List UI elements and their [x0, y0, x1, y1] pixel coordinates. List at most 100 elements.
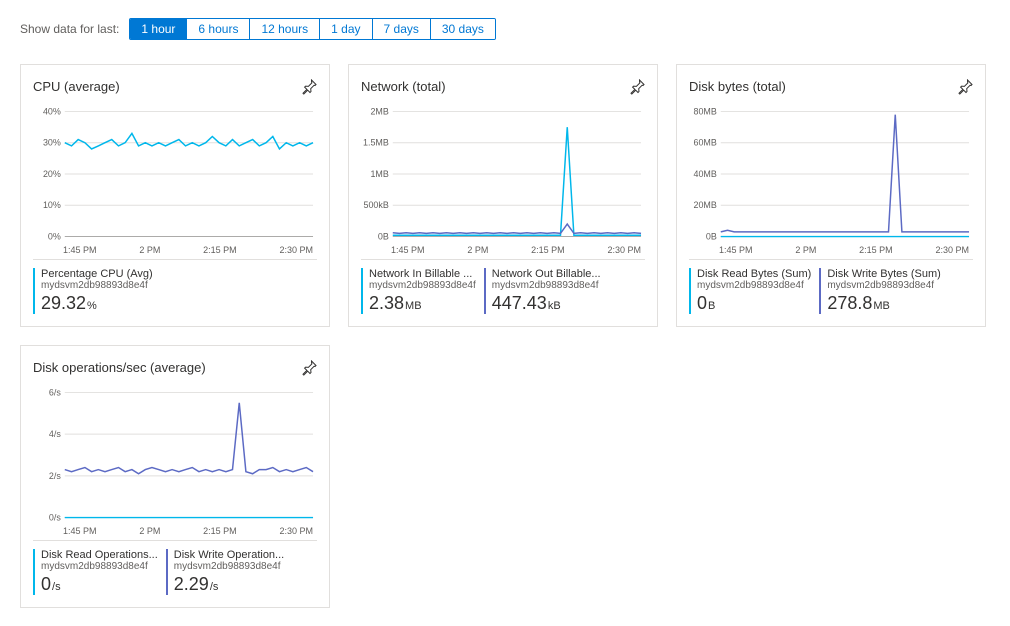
svg-text:10%: 10% [43, 200, 61, 210]
svg-text:20MB: 20MB [693, 200, 716, 210]
metric-value: 2.29/s [174, 574, 284, 595]
metric-resource: mydsvm2db98893d8e4f [174, 561, 284, 572]
svg-text:40%: 40% [43, 106, 61, 116]
svg-text:2MB: 2MB [370, 106, 388, 116]
svg-text:0B: 0B [378, 232, 389, 242]
metric-resource: mydsvm2db98893d8e4f [697, 280, 811, 291]
svg-text:2/s: 2/s [49, 471, 61, 481]
time-range-button[interactable]: 12 hours [250, 19, 320, 39]
x-tick-label: 2:15 PM [531, 245, 565, 255]
time-range-toolbar: Show data for last: 1 hour6 hours12 hour… [10, 18, 1000, 40]
metric-value: 2.38MB [369, 293, 476, 314]
metric: Network Out Billable...mydsvm2db98893d8e… [484, 268, 601, 314]
metric-resource: mydsvm2db98893d8e4f [369, 280, 476, 291]
metric-resource: mydsvm2db98893d8e4f [41, 280, 153, 291]
svg-text:0B: 0B [706, 232, 717, 242]
x-tick-label: 2:15 PM [859, 245, 893, 255]
x-tick-label: 2:30 PM [279, 526, 313, 536]
metric-value: 29.32% [41, 293, 153, 314]
chart-title: Network (total) [361, 79, 446, 94]
metric-resource: mydsvm2db98893d8e4f [492, 280, 601, 291]
x-tick-label: 2:15 PM [203, 245, 237, 255]
metric-name: Network In Billable ... [369, 268, 476, 280]
chart-card: Network (total) 2MB 1.5MB 1MB 500kB 0B1:45 PM… [348, 64, 658, 327]
x-tick-label: 2:15 PM [203, 526, 237, 536]
metric-unit: MB [873, 300, 890, 312]
x-tick-label: 2 PM [467, 245, 488, 255]
svg-text:1.5MB: 1.5MB [363, 138, 389, 148]
metric-unit: /s [210, 581, 219, 593]
pin-icon[interactable] [301, 360, 317, 376]
x-tick-label: 2:30 PM [279, 245, 313, 255]
svg-text:4/s: 4/s [49, 429, 61, 439]
x-tick-label: 2:30 PM [935, 245, 969, 255]
metric-unit: /s [52, 581, 61, 593]
metrics-row: Network In Billable ...mydsvm2db98893d8e… [361, 268, 645, 314]
chart-plot[interactable]: 40% 30% 20% 10% 0% [33, 105, 317, 243]
chart-plot[interactable]: 2MB 1.5MB 1MB 500kB 0B [361, 105, 645, 243]
chart-title: Disk operations/sec (average) [33, 360, 206, 375]
metric: Disk Write Operation...mydsvm2db98893d8e… [166, 549, 284, 595]
svg-text:40MB: 40MB [693, 169, 716, 179]
x-tick-label: 1:45 PM [719, 245, 753, 255]
metric-name: Disk Write Bytes (Sum) [827, 268, 940, 280]
time-range-button[interactable]: 30 days [431, 19, 495, 39]
metric-name: Disk Read Operations... [41, 549, 158, 561]
x-tick-label: 1:45 PM [63, 245, 97, 255]
time-range-button[interactable]: 1 day [320, 19, 372, 39]
time-range-label: Show data for last: [20, 22, 119, 36]
pin-icon[interactable] [957, 79, 973, 95]
metric-value: 0/s [41, 574, 158, 595]
x-tick-label: 1:45 PM [391, 245, 425, 255]
metrics-row: Disk Read Bytes (Sum)mydsvm2db98893d8e4f… [689, 268, 973, 314]
metric-unit: MB [405, 300, 422, 312]
metric-resource: mydsvm2db98893d8e4f [41, 561, 158, 572]
chart-title: CPU (average) [33, 79, 120, 94]
chart-x-axis: 1:45 PM 2 PM 2:15 PM 2:30 PM [361, 243, 645, 260]
metric-name: Percentage CPU (Avg) [41, 268, 153, 280]
metric-name: Network Out Billable... [492, 268, 601, 280]
chart-x-axis: 1:45 PM 2 PM 2:15 PM 2:30 PM [33, 524, 317, 541]
x-tick-label: 2 PM [139, 526, 160, 536]
metric-unit: B [708, 300, 715, 312]
svg-text:30%: 30% [43, 138, 61, 148]
pin-icon[interactable] [629, 79, 645, 95]
metric-resource: mydsvm2db98893d8e4f [827, 280, 940, 291]
time-range-button[interactable]: 1 hour [130, 19, 187, 39]
metric-value: 0B [697, 293, 811, 314]
chart-plot[interactable]: 80MB60MB40MB20MB0B [689, 105, 973, 243]
metric-name: Disk Write Operation... [174, 549, 284, 561]
chart-x-axis: 1:45 PM 2 PM 2:15 PM 2:30 PM [689, 243, 973, 260]
metric-unit: % [87, 300, 97, 312]
time-range-button[interactable]: 6 hours [187, 19, 250, 39]
chart-card: Disk operations/sec (average) 6/s 4/s 2/s 0/… [20, 345, 330, 608]
chart-card: CPU (average)40%30%20%10%0%1:45 PM2 PM2:… [20, 64, 330, 327]
chart-title: Disk bytes (total) [689, 79, 786, 94]
x-tick-label: 2 PM [795, 245, 816, 255]
metric: Disk Write Bytes (Sum)mydsvm2db98893d8e4… [819, 268, 940, 314]
time-range-group: 1 hour6 hours12 hours1 day7 days30 days [129, 18, 496, 40]
svg-text:6/s: 6/s [49, 387, 61, 397]
metric-value: 278.8MB [827, 293, 940, 314]
pin-icon[interactable] [301, 79, 317, 95]
metric: Network In Billable ...mydsvm2db98893d8e… [361, 268, 476, 314]
chart-cards-container: CPU (average)40%30%20%10%0%1:45 PM2 PM2:… [10, 64, 1000, 608]
chart-x-axis: 1:45 PM2 PM2:15 PM2:30 PM [33, 243, 317, 260]
metric-unit: kB [548, 300, 561, 312]
metrics-row: Percentage CPU (Avg)mydsvm2db98893d8e4f 2… [33, 268, 317, 314]
svg-text:1MB: 1MB [370, 169, 388, 179]
svg-text:0%: 0% [48, 232, 61, 242]
svg-text:500kB: 500kB [363, 200, 388, 210]
chart-card: Disk bytes (total)80MB60MB40MB20MB0B1:45… [676, 64, 986, 327]
chart-plot[interactable]: 6/s 4/s 2/s 0/s [33, 386, 317, 524]
time-range-button[interactable]: 7 days [373, 19, 431, 39]
svg-text:0/s: 0/s [49, 513, 61, 523]
x-tick-label: 1:45 PM [63, 526, 97, 536]
metric: Disk Read Operations...mydsvm2db98893d8e… [33, 549, 158, 595]
metric: Disk Read Bytes (Sum)mydsvm2db98893d8e4f… [689, 268, 811, 314]
svg-text:60MB: 60MB [693, 138, 716, 148]
metric-name: Disk Read Bytes (Sum) [697, 268, 811, 280]
metrics-row: Disk Read Operations...mydsvm2db98893d8e… [33, 549, 317, 595]
svg-text:20%: 20% [43, 169, 61, 179]
x-tick-label: 2:30 PM [607, 245, 641, 255]
